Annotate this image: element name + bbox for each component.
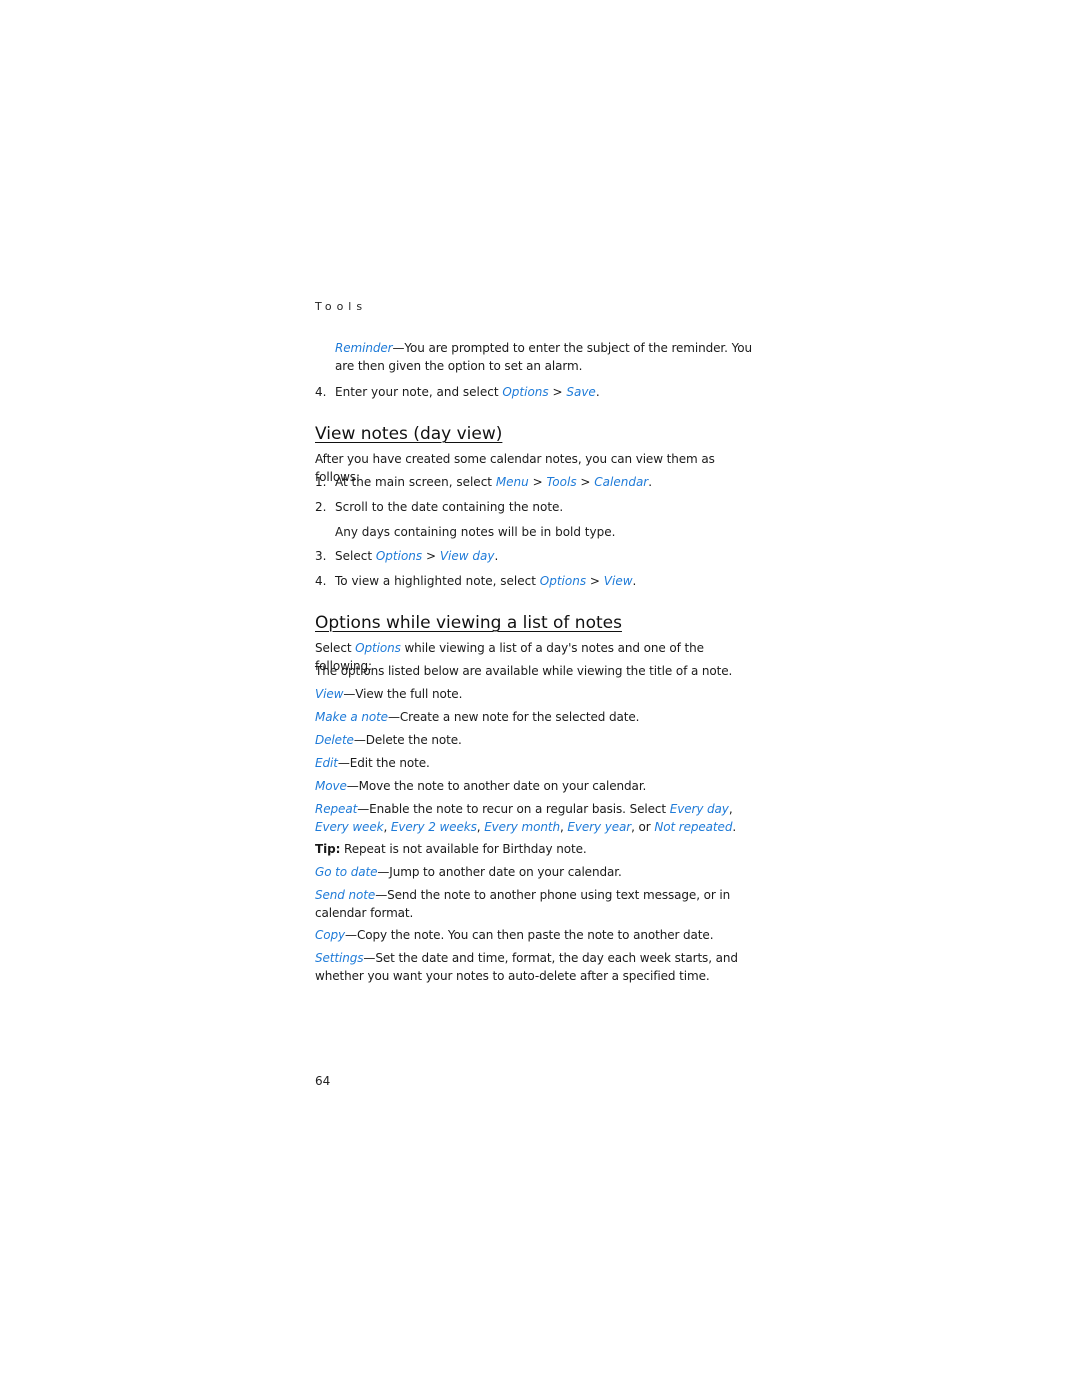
intro-text: Select bbox=[315, 641, 356, 655]
step-2-note: Any days containing notes will be in bol… bbox=[335, 525, 616, 539]
options-link[interactable]: Options bbox=[376, 549, 422, 563]
separator: > bbox=[576, 475, 595, 489]
option-desc: —Edit the note. bbox=[337, 756, 430, 770]
section-title-view-notes: View notes (day view) bbox=[315, 424, 503, 444]
options-link[interactable]: Options bbox=[502, 385, 548, 399]
calendar-link[interactable]: Calendar bbox=[594, 475, 648, 489]
tip-label: Tip: bbox=[315, 842, 341, 856]
settings-link[interactable]: Settings bbox=[315, 951, 364, 965]
separator: > bbox=[586, 574, 604, 588]
move-link[interactable]: Move bbox=[315, 779, 347, 793]
comma: , bbox=[383, 820, 391, 834]
make-note-link[interactable]: Make a note bbox=[315, 710, 388, 724]
option-desc: —Enable the note to recur on a regular b… bbox=[357, 802, 670, 816]
every-year-link[interactable]: Every year bbox=[567, 820, 631, 834]
step-text: To view a highlighted note, select bbox=[335, 574, 540, 588]
delete-link[interactable]: Delete bbox=[315, 733, 354, 747]
section2-note: The options listed below are available w… bbox=[315, 664, 733, 678]
separator: > bbox=[528, 475, 547, 489]
option-send-note: Send note—Send the note to another phone… bbox=[315, 886, 760, 922]
option-desc: —Send the note to another phone using te… bbox=[315, 888, 731, 920]
step-text: At the main screen, select bbox=[335, 475, 496, 489]
option-repeat: Repeat—Enable the note to recur on a reg… bbox=[315, 800, 760, 836]
running-head: Tools bbox=[315, 300, 368, 313]
option-desc: —Set the date and time, format, the day … bbox=[315, 951, 738, 983]
option-desc: —Move the note to another date on your c… bbox=[346, 779, 647, 793]
reminder-text: —You are prompted to enter the subject o… bbox=[335, 341, 752, 373]
separator: > bbox=[422, 549, 440, 563]
reminder-paragraph: Reminder—You are prompted to enter the s… bbox=[335, 339, 760, 375]
comma: , bbox=[728, 802, 733, 816]
option-move: Move—Move the note to another date on yo… bbox=[315, 777, 760, 795]
options-link[interactable]: Options bbox=[540, 574, 586, 588]
option-go-to-date: Go to date—Jump to another date on your … bbox=[315, 863, 760, 881]
step-number: 2. bbox=[315, 500, 327, 514]
view-day-link[interactable]: View day bbox=[440, 549, 495, 563]
save-link[interactable]: Save bbox=[566, 385, 595, 399]
option-desc: —Copy the note. You can then paste the n… bbox=[345, 928, 714, 942]
view-link[interactable]: View bbox=[604, 574, 633, 588]
step-1: At the main screen, select Menu > Tools … bbox=[335, 473, 760, 491]
step-number: 4. bbox=[315, 385, 327, 399]
every-day-link[interactable]: Every day bbox=[670, 802, 729, 816]
step-text: Enter your note, and select bbox=[335, 385, 503, 399]
option-desc: —Create a new note for the selected date… bbox=[387, 710, 640, 724]
go-to-date-link[interactable]: Go to date bbox=[315, 865, 377, 879]
step-number: 4. bbox=[315, 574, 327, 588]
option-copy: Copy—Copy the note. You can then paste t… bbox=[315, 926, 760, 944]
or-text: , or bbox=[631, 820, 655, 834]
punct: . bbox=[732, 820, 737, 834]
tip: Tip: Repeat is not available for Birthda… bbox=[315, 840, 760, 858]
edit-link[interactable]: Edit bbox=[315, 756, 338, 770]
send-note-link[interactable]: Send note bbox=[315, 888, 375, 902]
view-option-link[interactable]: View bbox=[315, 687, 343, 701]
step-enter-note: Enter your note, and select Options > Sa… bbox=[335, 383, 760, 401]
every-2-weeks-link[interactable]: Every 2 weeks bbox=[391, 820, 477, 834]
option-settings: Settings—Set the date and time, format, … bbox=[315, 949, 760, 985]
option-delete: Delete—Delete the note. bbox=[315, 731, 760, 749]
option-desc: —Jump to another date on your calendar. bbox=[377, 865, 622, 879]
every-month-link[interactable]: Every month bbox=[484, 820, 560, 834]
page-number: 64 bbox=[315, 1074, 331, 1088]
reminder-link[interactable]: Reminder bbox=[335, 341, 393, 355]
punct: . bbox=[494, 549, 499, 563]
step-4: To view a highlighted note, select Optio… bbox=[335, 572, 760, 590]
option-desc: —View the full note. bbox=[343, 687, 463, 701]
not-repeated-link[interactable]: Not repeated bbox=[654, 820, 732, 834]
step-number: 1. bbox=[315, 475, 327, 489]
step-text: Select bbox=[335, 549, 376, 563]
option-desc: —Delete the note. bbox=[353, 733, 462, 747]
repeat-link[interactable]: Repeat bbox=[315, 802, 357, 816]
copy-link[interactable]: Copy bbox=[315, 928, 345, 942]
punct: . bbox=[595, 385, 600, 399]
menu-link[interactable]: Menu bbox=[496, 475, 529, 489]
tools-link[interactable]: Tools bbox=[546, 475, 576, 489]
tip-text: Repeat is not available for Birthday not… bbox=[340, 842, 587, 856]
punct: . bbox=[648, 475, 653, 489]
option-edit: Edit—Edit the note. bbox=[315, 754, 760, 772]
section-title-options: Options while viewing a list of notes bbox=[315, 613, 622, 633]
punct: . bbox=[632, 574, 637, 588]
option-view: View—View the full note. bbox=[315, 685, 760, 703]
separator: > bbox=[548, 385, 567, 399]
step-3: Select Options > View day. bbox=[335, 547, 760, 565]
option-make-note: Make a note—Create a new note for the se… bbox=[315, 708, 760, 726]
every-week-link[interactable]: Every week bbox=[315, 820, 384, 834]
options-link[interactable]: Options bbox=[355, 641, 401, 655]
step-number: 3. bbox=[315, 549, 327, 563]
step-2: Scroll to the date containing the note. bbox=[335, 500, 564, 514]
